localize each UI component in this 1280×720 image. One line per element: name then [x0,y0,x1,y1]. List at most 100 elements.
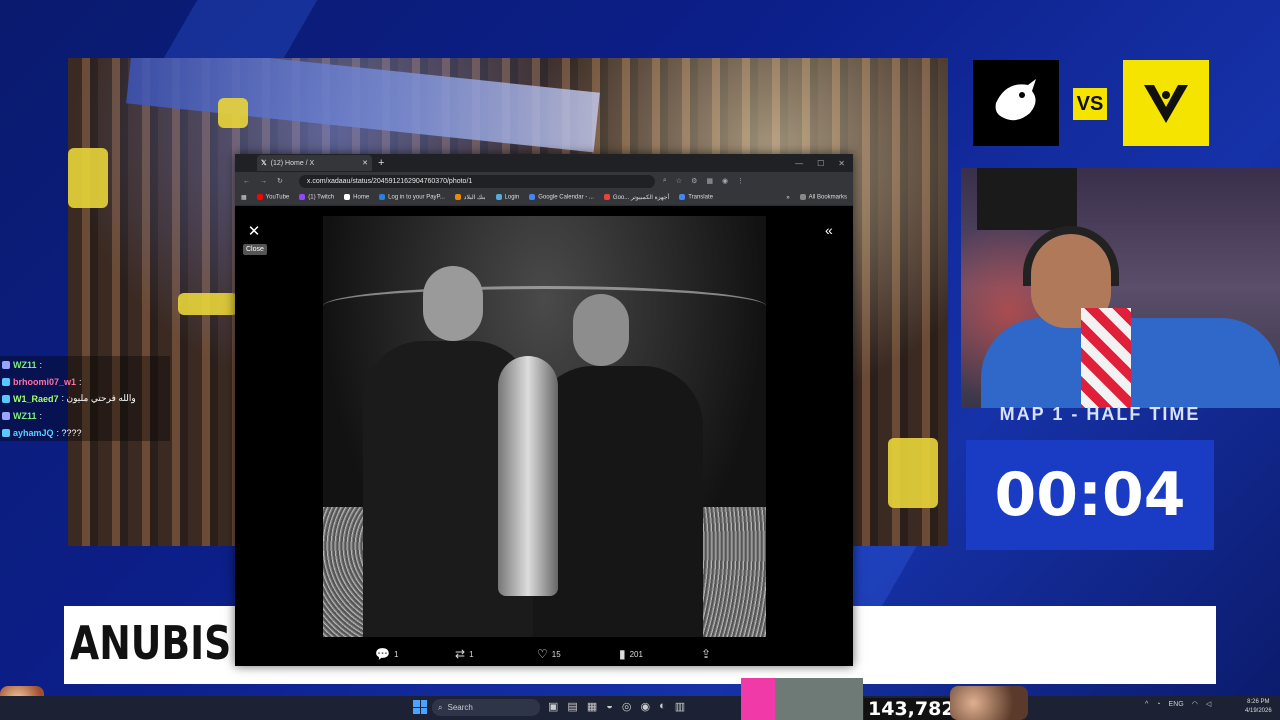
chat-badge-icon [2,428,10,437]
headset-icon [1023,226,1119,286]
zoom-icon[interactable]: ⌕ [663,177,667,185]
bookmark-star-icon[interactable]: ☆ [676,177,682,185]
heart-icon: ♡ [537,647,548,661]
bookmark-youtube[interactable]: YouTube [256,194,289,201]
crowd-banner [126,58,600,153]
app-icon[interactable]: ▥ [675,700,685,713]
viewer-count: 143,782 [864,698,959,720]
half-time-timer: 00:04 [966,440,1214,550]
tab-home-x[interactable]: 𝕏 (12) Home / X ✕ [257,155,372,171]
bookmark-home[interactable]: Home [344,194,369,201]
wifi-icon[interactable]: ◠ [1192,700,1198,708]
team-vitality-logo [1123,60,1209,146]
collapse-panel-icon[interactable]: « [825,222,833,238]
window-controls: — ☐ ✕ [795,159,845,168]
extensions-puzzle-icon[interactable]: ▦ [706,177,713,185]
bookmark-computers[interactable]: Goo... أجهزة الكمبيوتر [603,194,669,201]
minimize-button[interactable]: — [795,159,803,168]
bookmark-translate[interactable]: Translate [679,194,713,201]
taskbar-search[interactable]: ⌕ Search [432,699,540,716]
chat-message: brhoomi07_w1: [0,373,170,390]
tab-bar: 𝕏 (12) Home / X ✕ + — ☐ ✕ [235,154,853,172]
menu-icon[interactable]: ⋮ [737,177,744,185]
chat-message: W1_Raed7: والله فرحتي مليون [0,390,170,407]
pirate-flag [977,168,1077,230]
chat-username[interactable]: WZ11 [13,411,37,421]
extension-icon[interactable]: ⚙ [691,177,697,185]
bookmark-google-calendar[interactable]: Google Calendar - ... [529,194,594,201]
chat-username[interactable]: W1_Raed7 [13,394,59,404]
network-icon[interactable]: ◔ [1156,701,1160,708]
window-close-button[interactable]: ✕ [838,159,845,168]
background-streak [162,0,318,60]
task-view-icon[interactable]: ▣ [548,700,558,713]
taskbar-preview-thumbnail[interactable] [741,678,863,720]
bookmark-twitch[interactable]: (1) Twitch [299,194,334,201]
arena-arc [323,286,766,326]
repost-icon: ⇄ [455,647,466,661]
chat-username[interactable]: WZ11 [13,360,37,370]
browser-toolbar: ⌕ ☆ ⚙ ▦ ◉ ⋮ [663,177,744,185]
player-left-head [423,266,483,341]
tweet-actions: 💬 1 ⇄ 1 ♡ 15 ▮ 201 ⇪ [235,642,853,666]
tab-title: (12) Home / X [270,159,315,167]
app-icon[interactable]: ◎ [622,700,632,713]
chat-text: : [79,376,82,387]
reload-icon[interactable]: ↻ [277,177,283,185]
chat-message: WZ11: [0,407,170,424]
x-logo-icon: 𝕏 [261,160,267,167]
bookmark-bank[interactable]: بنك البلاد [454,194,486,201]
edge-icon[interactable]: ◐ [659,700,666,713]
bookmarks-overflow-icon[interactable]: » [786,195,789,201]
team-spirit-logo [973,60,1059,146]
apps-icon[interactable]: ▦ [241,194,247,201]
windows-taskbar: ⌕ Search ▣ ▤ ▦ ◒ ◎ ◉ ◐ ▥ [0,696,1280,720]
new-tab-button[interactable]: + [378,157,384,169]
close-icon[interactable]: ✕ [245,222,263,240]
volume-icon[interactable]: ◁ [1206,700,1211,708]
forward-icon[interactable]: → [260,178,267,185]
chat-badge-icon [2,411,10,420]
chrome-icon[interactable]: ◉ [640,700,650,713]
views-button[interactable]: ▮ 201 [619,647,643,661]
player-right-head [573,294,629,366]
profile-icon[interactable]: ◉ [722,177,728,185]
browser-window: 𝕏 (12) Home / X ✕ + — ☐ ✕ ← → ↻ x.com/xa… [235,154,853,666]
url-text: x.com/xadaau/status/2045912162904760370/… [306,177,473,185]
maximize-button[interactable]: ☐ [817,159,824,168]
store-icon[interactable]: ▤ [567,700,577,713]
crowd-shirt [178,293,238,315]
back-icon[interactable]: ← [243,178,250,185]
crowd-shirt [218,98,248,128]
lang-indicator[interactable]: ENG [1169,701,1184,708]
tray-chevron-icon[interactable]: ^ [1145,701,1148,708]
like-button[interactable]: ♡ 15 [537,647,561,661]
reply-button[interactable]: 💬 1 [375,647,398,661]
bookmark-login[interactable]: Login [495,194,519,201]
chat-message: ayhamJQ: ???? [0,424,170,441]
repost-button[interactable]: ⇄ 1 [455,647,474,661]
share-button[interactable]: ⇪ [701,647,711,661]
bee-icon [1144,85,1188,123]
chat-badge-icon [2,377,10,386]
chat-text: : ???? [56,427,82,438]
chat-username[interactable]: ayhamJQ [13,428,54,438]
tweet-photo [323,216,766,637]
url-field[interactable]: x.com/xadaau/status/2045912162904760370/… [298,174,655,188]
emote-sticker [950,686,1028,720]
tab-close-icon[interactable]: ✕ [362,159,368,167]
taskbar-clock[interactable]: 8:26 PM 4/19/2026 [1245,698,1272,716]
photo-viewer: ✕ Close « 💬 1 ⇄ 1 ♡ 15 ▮ 201 ⇪ [235,206,853,666]
start-button[interactable] [413,700,427,714]
chat-badge-icon [2,394,10,403]
search-placeholder: Search [447,703,473,712]
file-explorer-icon[interactable]: ▦ [587,700,597,713]
chat-username[interactable]: brhoomi07_w1 [13,377,76,387]
repost-count: 1 [469,649,474,659]
crowd-shirt [68,148,108,208]
bookmark-paypal[interactable]: Log in to your PayP... [379,194,445,201]
reply-icon: 💬 [375,647,390,661]
all-bookmarks[interactable]: All Bookmarks [799,194,847,201]
steam-icon[interactable]: ◒ [606,700,613,713]
dragon-icon [995,79,1036,121]
